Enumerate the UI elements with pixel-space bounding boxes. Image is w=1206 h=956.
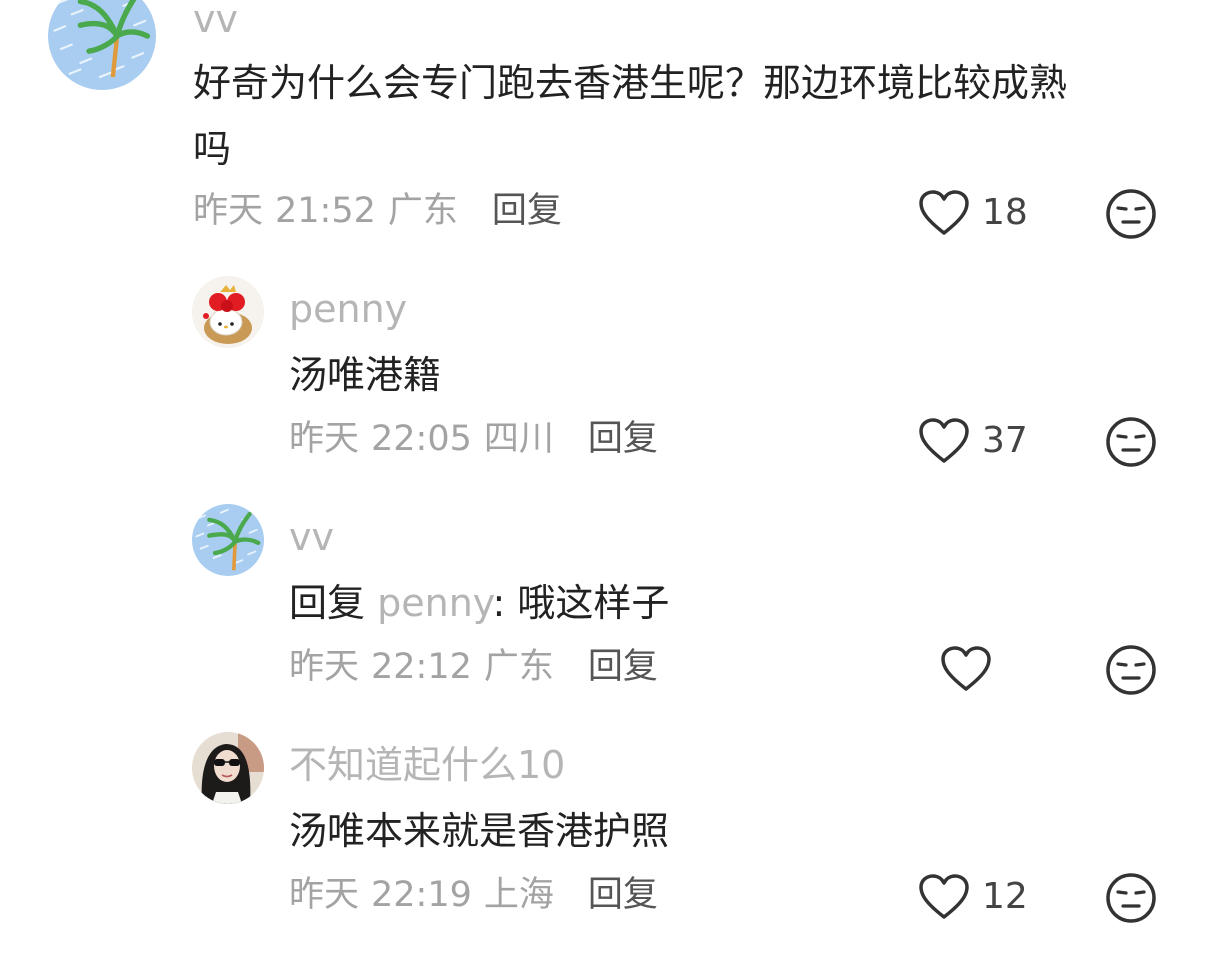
reply-separator: : — [492, 581, 506, 625]
comment-reply: vv 回复 penny: 哦这样子 昨天 22:12 广东 回复 — [0, 498, 1206, 708]
reply-button[interactable]: 回复 — [588, 419, 658, 459]
comment-location: 上海 — [483, 875, 554, 915]
reply-prefix: 回复 — [289, 581, 366, 625]
comment-text: 回复 penny: 哦这样子 — [289, 570, 669, 636]
like-button[interactable]: 18 — [918, 189, 1028, 237]
comment-location: 四川 — [483, 419, 554, 459]
heart-outline-icon — [919, 418, 969, 463]
palm-tree-avatar-icon — [48, 0, 156, 90]
comment-time: 22:12 — [371, 647, 472, 687]
comment-text: 汤唯港籍 — [289, 353, 442, 397]
comment-meta: 昨天 22:19 上海 回复 — [289, 878, 658, 913]
like-button[interactable] — [940, 645, 1004, 693]
comment-username[interactable]: penny — [289, 290, 407, 328]
comment-text-line: 好奇为什么会专门跑去香港生呢？那边环境比较成熟 — [193, 61, 1068, 105]
dislike-button[interactable] — [1105, 644, 1157, 696]
reply-mention[interactable]: penny — [377, 581, 492, 625]
comment-text: 汤唯本来就是香港护照 — [289, 809, 670, 853]
like-button[interactable]: 37 — [918, 417, 1028, 465]
dislike-button[interactable] — [1105, 416, 1157, 468]
reply-button[interactable]: 回复 — [588, 875, 658, 915]
like-button[interactable]: 12 — [918, 873, 1028, 921]
like-count: 37 — [982, 420, 1028, 461]
comment-username[interactable]: vv — [289, 518, 334, 556]
comment-date: 昨天 — [289, 419, 360, 459]
dislike-button[interactable] — [1105, 188, 1157, 240]
comment-date: 昨天 — [193, 191, 264, 231]
avatar-penny[interactable] — [192, 276, 264, 348]
heart-outline-icon — [919, 190, 969, 235]
comment-date: 昨天 — [289, 875, 360, 915]
heart-outline-icon — [919, 874, 969, 919]
avatar-palm[interactable] — [48, 0, 156, 90]
heart-outline-icon — [941, 646, 991, 691]
comment-date: 昨天 — [289, 647, 360, 687]
avatar-user[interactable] — [192, 732, 264, 804]
like-count: 12 — [982, 876, 1028, 917]
avatar-palm[interactable] — [192, 504, 264, 576]
comment-username[interactable]: 不知道起什么10 — [289, 746, 565, 784]
reply-button[interactable]: 回复 — [492, 191, 562, 231]
comment-reply: 不知道起什么10 汤唯本来就是香港护照 昨天 22:19 上海 回复 12 — [0, 726, 1206, 946]
dislike-button[interactable] — [1105, 872, 1157, 924]
comment-location: 广东 — [387, 191, 458, 231]
comment-reply: penny 汤唯港籍 昨天 22:05 四川 回复 37 — [0, 270, 1206, 480]
like-count: 18 — [982, 192, 1028, 233]
comment-username[interactable]: vv — [193, 0, 238, 38]
reply-button[interactable]: 回复 — [588, 647, 658, 687]
user-photo-avatar-icon — [192, 732, 264, 804]
unamused-face-icon — [1106, 873, 1156, 923]
comment-meta: 昨天 22:12 广东 回复 — [289, 650, 658, 685]
comment-time: 22:19 — [371, 875, 472, 915]
comment-time: 22:05 — [371, 419, 472, 459]
comment-text-line: 吗 — [193, 127, 232, 171]
comment-location: 广东 — [483, 647, 554, 687]
reply-content: 哦这样子 — [517, 581, 670, 625]
comment-top-level: vv 好奇为什么会专门跑去香港生呢？那边环境比较成熟 吗 昨天 21:52 广东 回复… — [0, 0, 1206, 250]
unamused-face-icon — [1106, 189, 1156, 239]
unamused-face-icon — [1106, 645, 1156, 695]
unamused-face-icon — [1106, 417, 1156, 467]
hello-kitty-avatar-icon — [192, 276, 264, 348]
comment-meta: 昨天 21:52 广东 回复 — [193, 194, 562, 229]
palm-tree-avatar-icon — [192, 504, 264, 576]
comment-meta: 昨天 22:05 四川 回复 — [289, 422, 658, 457]
comment-text: 好奇为什么会专门跑去香港生呢？那边环境比较成熟 吗 — [193, 50, 1067, 182]
comment-time: 21:52 — [275, 191, 376, 231]
